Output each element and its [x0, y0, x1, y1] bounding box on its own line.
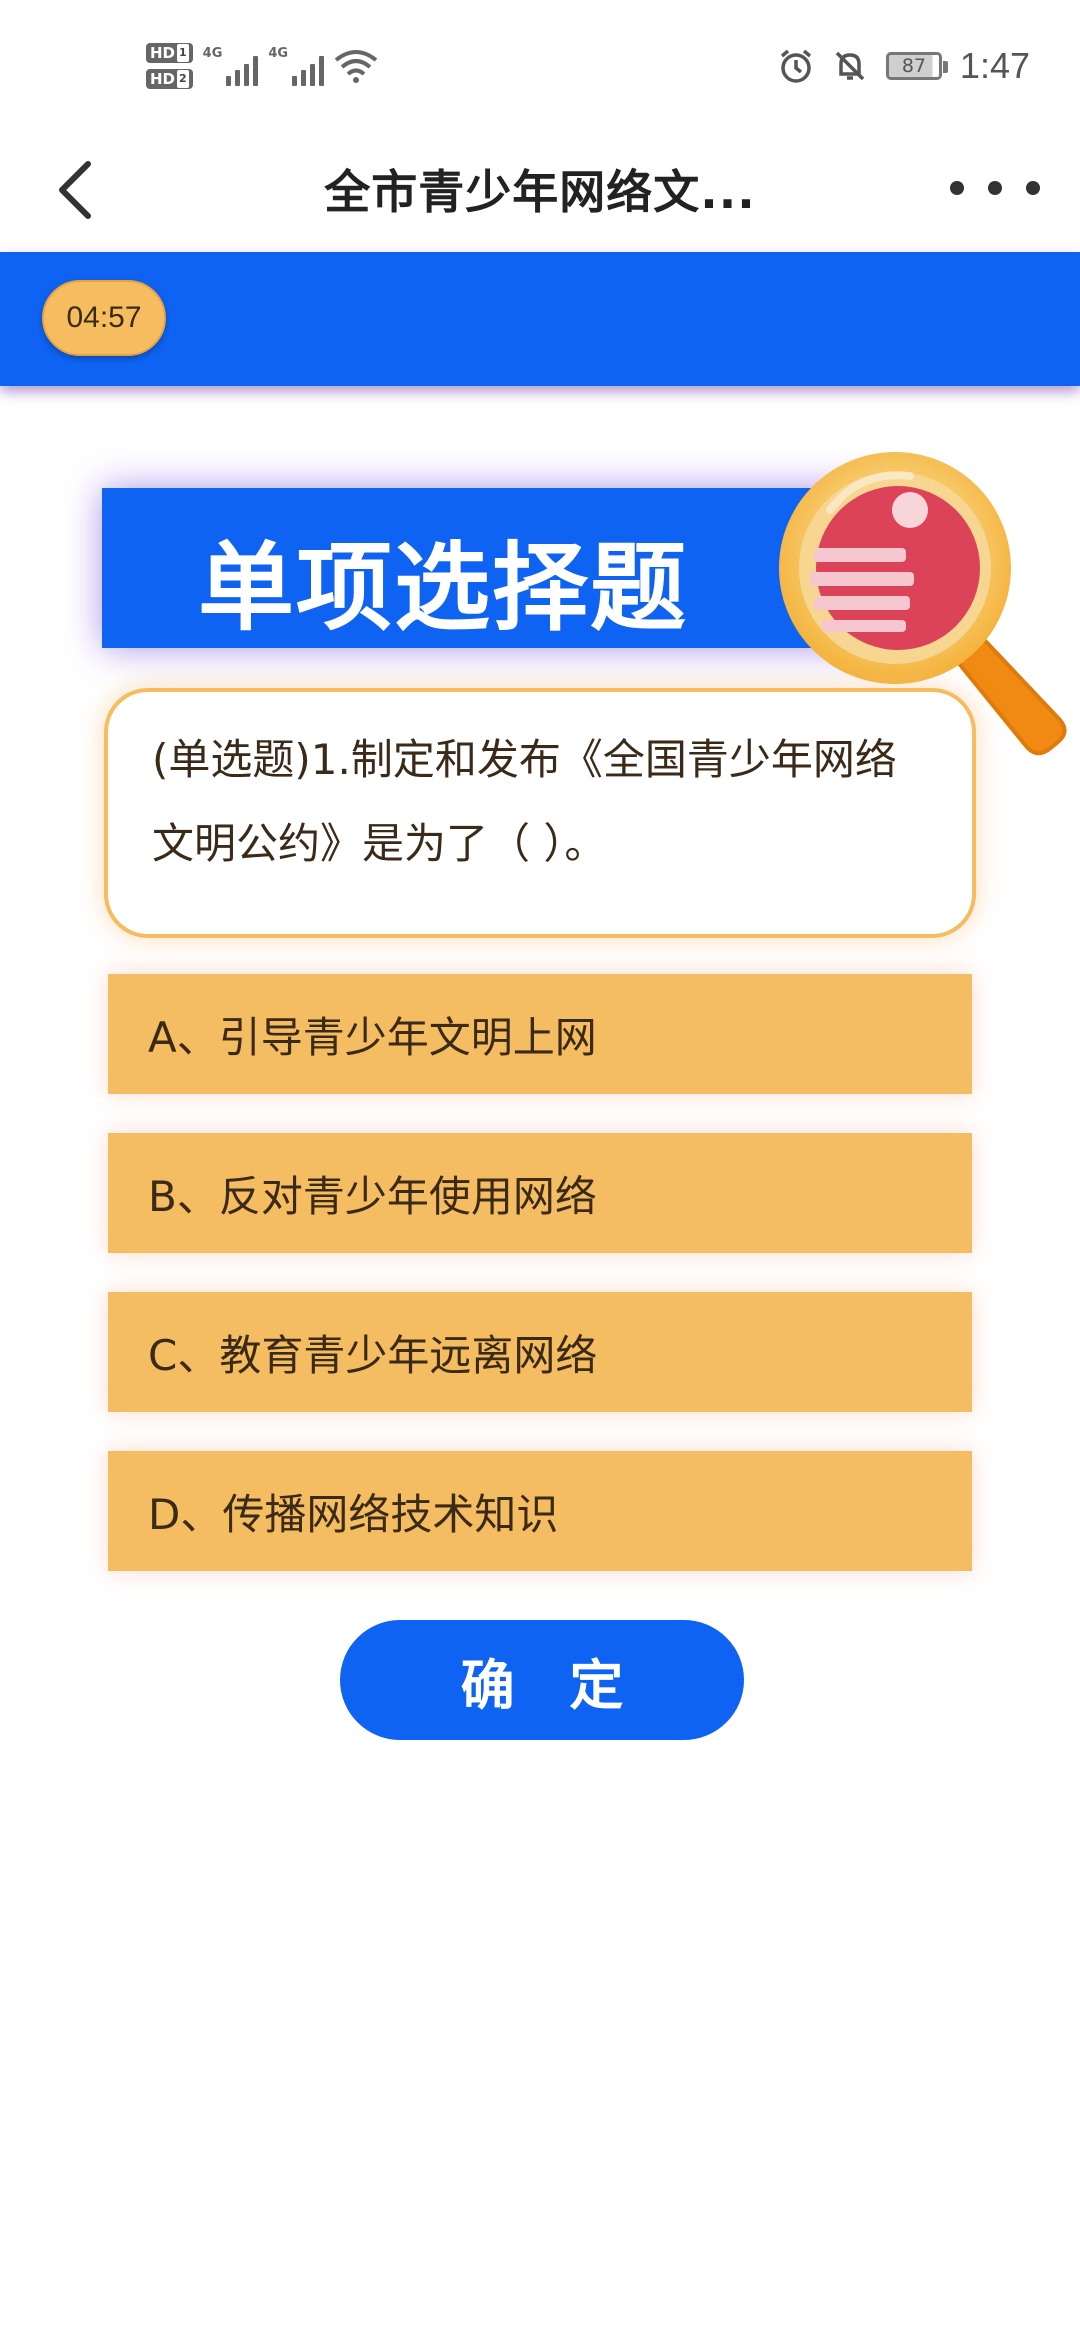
more-button[interactable]: [950, 168, 1040, 208]
more-dot-icon: [950, 181, 964, 195]
option-d[interactable]: D、传播网络技术知识: [108, 1451, 972, 1571]
hd-2-icon: HD 2: [146, 69, 193, 89]
confirm-button[interactable]: 确 定: [340, 1620, 744, 1740]
wifi-icon: [334, 50, 378, 83]
status-right: 87 1:47: [778, 38, 1030, 94]
alarm-icon: [780, 49, 812, 83]
status-bar: HD 1 HD 2 4G 4G 87 1:47: [0, 0, 1080, 128]
status-time: 1:47: [959, 45, 1030, 86]
hd-1-icon: HD 1: [146, 43, 193, 63]
title-bar: 全市青少年网络文...: [0, 128, 1080, 252]
section-title: 单项选择题: [198, 532, 688, 644]
header-band: 04:57: [0, 252, 1080, 386]
more-dot-icon: [1026, 181, 1040, 195]
option-b[interactable]: B、反对青少年使用网络: [108, 1133, 972, 1253]
page-title: 全市青少年网络文...: [324, 165, 756, 219]
option-c[interactable]: C、教育青少年远离网络: [108, 1292, 972, 1412]
signal-1-icon: 4G: [203, 46, 259, 86]
option-a[interactable]: A、引导青少年文明上网: [108, 974, 972, 1094]
question-text: (单选题)1.制定和发布《全国青少年网络文明公约》是为了（ ）。: [152, 735, 897, 868]
signal-2-icon: 4G: [268, 46, 325, 86]
battery-icon: 87: [885, 52, 948, 80]
more-dot-icon: [988, 181, 1002, 195]
hd-indicators: HD 1 HD 2: [146, 43, 193, 89]
countdown-timer: 04:57: [42, 280, 166, 356]
status-left: HD 1 HD 2 4G 4G: [146, 34, 378, 98]
question-card: (单选题)1.制定和发布《全国青少年网络文明公约》是为了（ ）。: [104, 688, 976, 938]
mute-bell-icon: [835, 51, 865, 81]
